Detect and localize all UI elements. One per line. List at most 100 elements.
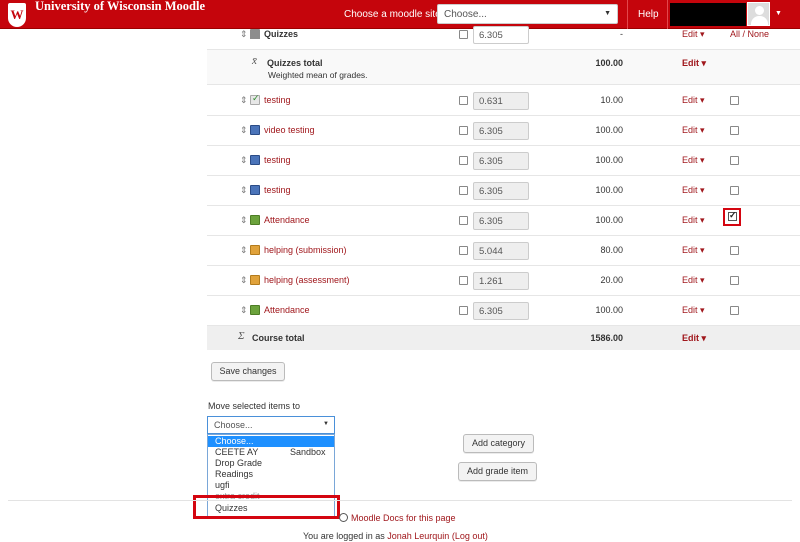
move-items-label: Move selected items to <box>208 401 301 411</box>
dropdown-option[interactable]: Choose... <box>208 436 334 447</box>
edit-menu[interactable]: Edit ▾ <box>682 215 705 226</box>
weight-input[interactable]: 5.044 <box>473 242 529 260</box>
edit-menu[interactable]: Edit ▾ <box>682 125 705 136</box>
formula-icon: x̄ <box>252 55 257 67</box>
select-item-checkbox[interactable] <box>730 276 739 285</box>
move-icon[interactable]: ⇕ <box>240 215 248 226</box>
move-items-select[interactable]: Choose... ▼ <box>207 416 335 434</box>
table-row: x̄ Quizzes total Weighted mean of grades… <box>207 50 800 85</box>
grade-item-link[interactable]: testing <box>264 185 291 195</box>
weight-input[interactable]: 6.305 <box>473 26 529 44</box>
max-grade: 100.00 <box>595 58 623 68</box>
category-name: Quizzes <box>264 29 299 39</box>
max-grade: 100.00 <box>595 125 623 135</box>
move-icon[interactable]: ⇕ <box>240 125 248 136</box>
help-link[interactable]: Help <box>638 9 659 20</box>
grade-item-link[interactable]: helping (assessment) <box>264 275 350 285</box>
weight-override-checkbox[interactable] <box>459 126 468 135</box>
weight-input[interactable]: 6.305 <box>473 122 529 140</box>
monitor-icon <box>250 125 260 135</box>
monitor-icon <box>250 155 260 165</box>
max-grade: 100.00 <box>595 155 623 165</box>
move-icon[interactable]: ⇕ <box>240 305 248 316</box>
dropdown-option[interactable]: CEETE AY Sandbox <box>208 447 334 458</box>
move-icon[interactable]: ⇕ <box>240 185 248 196</box>
course-total-name: Course total <box>252 333 305 343</box>
edit-menu[interactable]: Edit ▾ <box>682 155 705 166</box>
add-grade-item-button[interactable]: Add grade item <box>458 462 537 481</box>
dropdown-arrow-icon: ▼ <box>323 421 329 427</box>
user-name-redacted[interactable] <box>670 3 746 26</box>
weight-input[interactable]: 6.305 <box>473 182 529 200</box>
weight-override-checkbox[interactable] <box>459 306 468 315</box>
weight-input[interactable]: 6.305 <box>473 152 529 170</box>
weight-override-checkbox[interactable] <box>459 156 468 165</box>
brand[interactable]: W University of Wisconsin Moodle <box>8 0 205 29</box>
save-changes-button[interactable]: Save changes <box>211 362 285 381</box>
max-grade: 100.00 <box>595 185 623 195</box>
logout-link[interactable]: (Log out) <box>452 531 488 541</box>
site-chooser-select[interactable]: Choose... ▼ <box>437 4 618 24</box>
edit-menu[interactable]: Edit ▾ <box>682 245 705 256</box>
weight-input[interactable]: 6.305 <box>473 302 529 320</box>
weight-input[interactable]: 6.305 <box>473 212 529 230</box>
weight-input[interactable]: 1.261 <box>473 272 529 290</box>
weight-input[interactable]: 0.631 <box>473 92 529 110</box>
weight-override-checkbox[interactable] <box>459 96 468 105</box>
dropdown-option[interactable]: Drop Grade <box>208 458 334 469</box>
moodle-docs-link[interactable]: Moodle Docs for this page <box>339 512 456 523</box>
grade-item-link[interactable]: helping (submission) <box>264 245 347 255</box>
highlight-annotation <box>193 495 340 519</box>
grade-item-link[interactable]: testing <box>264 95 291 105</box>
move-items-value: Choose... <box>214 420 253 430</box>
user-menu-caret-icon[interactable]: ▼ <box>775 10 782 17</box>
brand-name[interactable]: University of Wisconsin Moodle <box>35 0 205 14</box>
avatar-body <box>751 16 768 25</box>
grade-item-link[interactable]: Attendance <box>264 305 310 315</box>
select-item-checkbox-checked[interactable] <box>728 210 737 221</box>
edit-label: Edit <box>682 29 698 39</box>
edit-label: Edit <box>682 215 698 225</box>
edit-menu[interactable]: Edit ▾ <box>682 58 706 69</box>
move-icon[interactable]: ⇕ <box>240 245 248 256</box>
edit-menu[interactable]: Edit ▾ <box>682 95 705 106</box>
help-circle-icon <box>339 513 348 522</box>
move-icon[interactable]: ⇕ <box>240 95 248 106</box>
weight-override-checkbox[interactable] <box>459 246 468 255</box>
grade-item-link[interactable]: video testing <box>264 125 315 135</box>
edit-label: Edit <box>682 275 698 285</box>
grade-item-link[interactable]: testing <box>264 155 291 165</box>
all-none-link[interactable]: All / None <box>730 29 769 39</box>
weight-override-checkbox[interactable] <box>459 216 468 225</box>
grade-item-link[interactable]: Attendance <box>264 215 310 225</box>
move-icon[interactable]: ⇕ <box>240 29 248 40</box>
login-prefix: You are logged in as <box>303 531 385 541</box>
select-item-checkbox[interactable] <box>730 126 739 135</box>
select-item-checkbox[interactable] <box>730 306 739 315</box>
dropdown-option[interactable]: Readings <box>208 469 334 480</box>
avatar[interactable] <box>747 2 770 26</box>
select-item-checkbox[interactable] <box>730 96 739 105</box>
user-profile-link[interactable]: Jonah Leurquin <box>387 531 449 541</box>
edit-menu[interactable]: Edit ▾ <box>682 185 705 196</box>
weight-override-checkbox[interactable] <box>459 186 468 195</box>
max-grade: 10.00 <box>600 95 623 105</box>
table-row: ⇕ Attendance 6.305 100.00 Edit ▾ <box>207 296 800 326</box>
avatar-head <box>755 6 764 15</box>
edit-menu[interactable]: Edit ▾ <box>682 333 706 344</box>
weight-override-checkbox[interactable] <box>459 276 468 285</box>
select-item-checkbox[interactable] <box>730 156 739 165</box>
edit-menu[interactable]: Edit ▾ <box>682 275 705 286</box>
move-icon[interactable]: ⇕ <box>240 275 248 286</box>
edit-menu[interactable]: Edit ▾ <box>682 305 705 316</box>
select-item-checkbox[interactable] <box>730 186 739 195</box>
weight-override-checkbox[interactable] <box>459 30 468 39</box>
aggregation-note: Weighted mean of grades. <box>268 70 368 80</box>
dropdown-option[interactable]: ugfi <box>208 480 334 491</box>
edit-menu[interactable]: Edit ▾ <box>682 29 705 40</box>
add-category-button[interactable]: Add category <box>463 434 534 453</box>
move-icon[interactable]: ⇕ <box>240 155 248 166</box>
table-row: ⇕ helping (submission) 5.044 80.00 Edit … <box>207 236 800 266</box>
select-item-checkbox[interactable] <box>730 246 739 255</box>
dropdown-arrow-icon: ▼ <box>604 10 611 17</box>
